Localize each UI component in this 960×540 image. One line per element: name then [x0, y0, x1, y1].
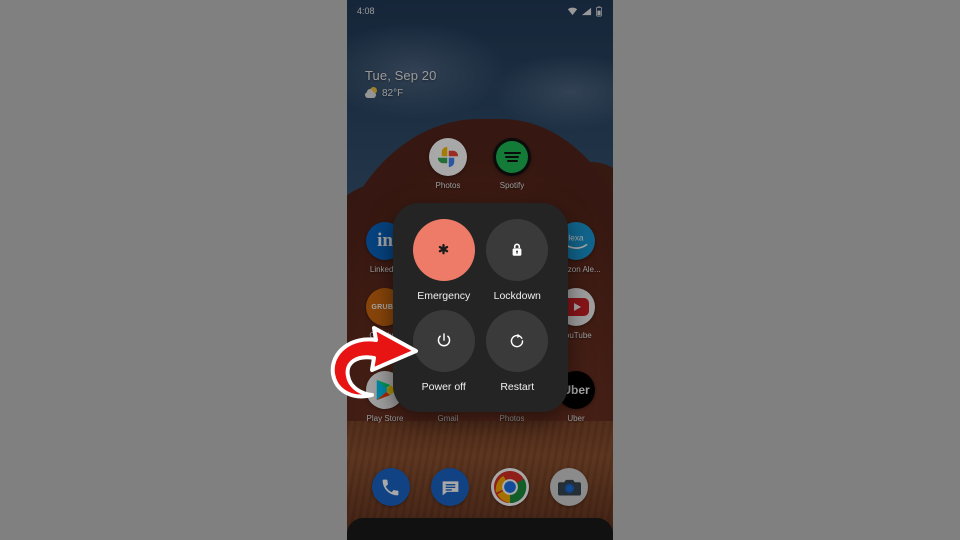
restart-icon — [486, 309, 549, 372]
annotation-arrow — [328, 318, 424, 402]
screenshot-canvas: 4:08 Tue, Sep 20 82°F Photos Spotify in … — [0, 0, 960, 540]
power-menu-label: Emergency — [417, 290, 471, 302]
power-menu-label: Power off — [421, 380, 466, 393]
emergency-asterisk-icon — [412, 219, 475, 281]
lock-icon — [486, 219, 549, 281]
power-menu-label: Lockdown — [493, 290, 541, 302]
phone-screen: 4:08 Tue, Sep 20 82°F Photos Spotify in … — [347, 0, 613, 540]
power-menu-restart[interactable]: Restart — [486, 309, 549, 393]
power-menu-label: Restart — [500, 380, 535, 393]
power-menu-lockdown[interactable]: Lockdown — [486, 219, 549, 302]
power-menu-emergency[interactable]: Emergency — [412, 219, 475, 302]
